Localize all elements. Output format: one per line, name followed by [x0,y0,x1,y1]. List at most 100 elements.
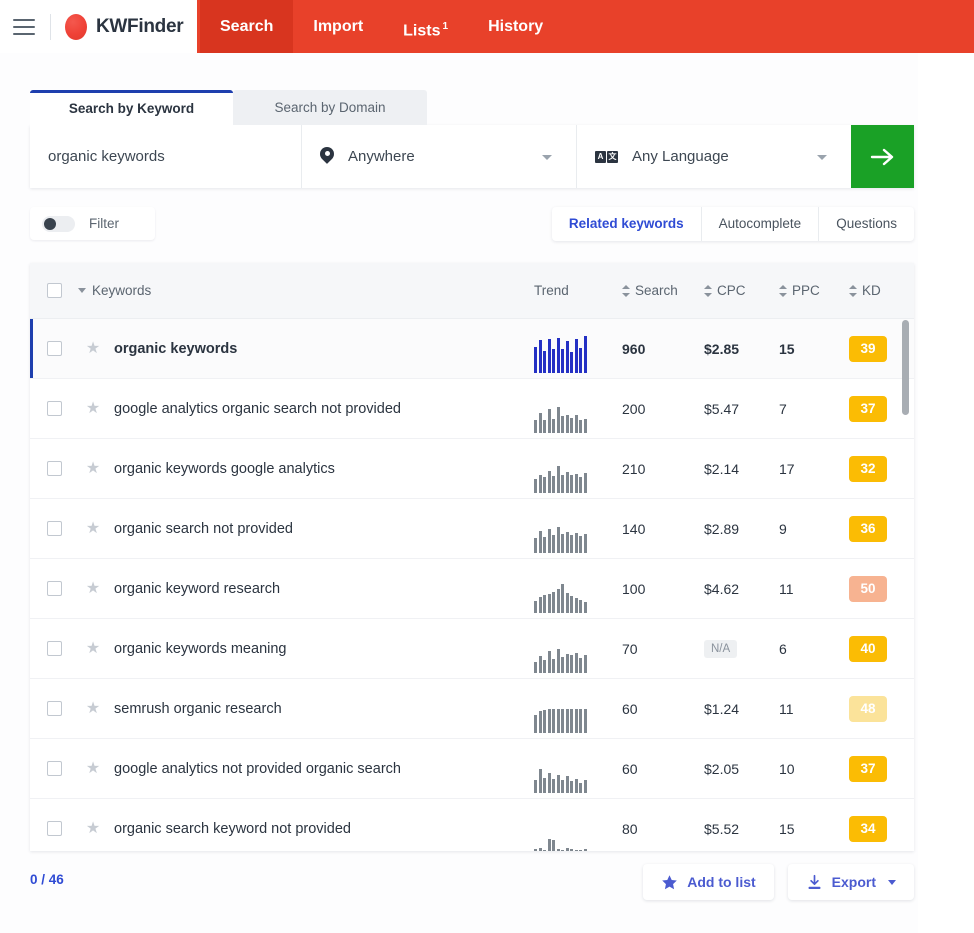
row-keyword[interactable]: google analytics not provided organic se… [108,761,534,777]
nav-item-lists[interactable]: Lists 1 [383,0,468,53]
column-header-keywords[interactable]: Keywords [78,283,534,298]
column-header-cpc[interactable]: CPC [704,283,779,298]
filter-switch[interactable] [42,215,75,232]
sparkline-bar [556,337,560,373]
nav-divider [50,13,51,40]
row-keyword[interactable]: organic search keyword not provided [108,821,534,837]
sparkline-bar [543,709,546,733]
sparkline-bar [565,592,569,613]
row-checkbox[interactable] [46,581,62,596]
chevron-down-icon [817,154,827,160]
table-row[interactable]: ★ organic search keyword not provided 80 $5… [30,799,914,851]
sparkline-bar [570,708,573,733]
hamburger-icon[interactable] [13,18,35,35]
sparkline-bar [547,408,551,433]
location-select[interactable]: Anywhere [302,125,577,188]
sparkline-bar [556,774,560,793]
table-row[interactable]: ★ organic keywords 960 $2.85 15 39 [30,319,914,379]
row-checkbox[interactable] [46,761,62,776]
keywords-table: Keywords Trend Search CPC PPC KD ★ organ… [30,263,914,851]
sparkline-bar [556,708,560,733]
row-cpc: $5.52 [704,820,740,837]
row-checkbox[interactable] [46,701,62,716]
row-keyword[interactable]: google analytics organic search not prov… [108,401,534,417]
row-favorite-cell: ★ [78,640,108,657]
tab-search-by-domain[interactable]: Search by Domain [233,90,427,125]
filter-toggle[interactable]: Filter [30,207,155,240]
row-favorite-cell: ★ [78,340,108,357]
star-icon[interactable]: ★ [86,340,100,357]
sparkline-bar [565,775,569,793]
star-icon[interactable]: ★ [86,580,100,597]
add-to-list-button[interactable]: Add to list [643,864,774,900]
star-icon[interactable]: ★ [86,820,100,837]
star-icon[interactable]: ★ [86,760,100,777]
row-cpc: $1.24 [704,700,740,717]
sparkline-bar [534,848,537,851]
row-keyword[interactable]: organic search not provided [108,521,534,537]
column-header-search[interactable]: Search [622,283,704,298]
sparkline-bar [552,658,555,673]
table-scrollbar-thumb[interactable] [902,320,909,415]
row-kd-cell: 50 [849,575,914,602]
segment-questions[interactable]: Questions [819,207,914,241]
row-kd-badge: 37 [849,755,887,782]
table-row[interactable]: ★ google analytics organic search not pro… [30,379,914,439]
row-checkbox[interactable] [46,341,62,356]
sparkline-bar [556,465,560,493]
row-keyword[interactable]: organic keywords google analytics [108,461,534,477]
tab-search-by-keyword-label: Search by Keyword [68,101,195,116]
row-select-cell [30,701,78,716]
row-keyword[interactable]: organic keywords [108,341,534,357]
star-icon[interactable]: ★ [86,400,100,417]
sparkline-bar [570,848,573,851]
sparkline-bar [556,648,560,673]
star-icon[interactable]: ★ [86,460,100,477]
row-ppc: 17 [779,460,795,477]
row-keyword[interactable]: organic keyword research [108,581,534,597]
table-row[interactable]: ★ organic search not provided 140 $2.89 9 36 [30,499,914,559]
star-icon[interactable]: ★ [86,640,100,657]
sparkline-bar [552,708,555,733]
chevron-down-icon [542,154,552,160]
sparkline-bar [543,659,546,673]
table-row[interactable]: ★ semrush organic research 60 $1.24 11 48 [30,679,914,739]
row-checkbox[interactable] [46,401,62,416]
sort-desc-icon [78,288,86,293]
star-icon[interactable]: ★ [86,520,100,537]
row-checkbox[interactable] [46,821,62,836]
row-search-volume: 960 [622,340,646,357]
row-keyword[interactable]: semrush organic research [108,701,534,717]
table-header-row: Keywords Trend Search CPC PPC KD [30,263,914,319]
export-button[interactable]: Export [787,864,914,900]
sparkline-bar [579,419,582,433]
nav-item-import[interactable]: Import [293,0,383,53]
submit-search-button[interactable] [851,125,914,188]
column-header-ppc[interactable]: PPC [779,283,849,298]
segment-related-keywords[interactable]: Related keywords [552,207,702,241]
segment-autocomplete[interactable]: Autocomplete [702,207,820,241]
table-row[interactable]: ★ organic keyword research 100 $4.62 11 50 [30,559,914,619]
table-row[interactable]: ★ google analytics not provided organic s… [30,739,914,799]
language-select[interactable]: A文 Any Language [577,125,851,188]
star-icon[interactable]: ★ [86,700,100,717]
page-right-gutter [918,0,974,933]
sparkline-bar [574,778,578,793]
column-header-kd[interactable]: KD [849,283,914,298]
select-all-checkbox[interactable] [46,283,62,298]
row-search-volume: 200 [622,400,646,417]
nav-item-history[interactable]: History [468,0,563,53]
row-keyword[interactable]: organic keywords meaning [108,641,534,657]
nav-item-search[interactable]: Search [200,0,294,53]
row-trend-sparkline [534,679,622,739]
keyword-input[interactable]: organic keywords [30,125,302,188]
table-row[interactable]: ★ organic keywords google analytics 210 $2.… [30,439,914,499]
selection-counter: 0 / 46 [30,872,64,887]
table-row[interactable]: ★ organic keywords meaning 70 N/A 6 40 [30,619,914,679]
row-kd-badge: 40 [849,635,887,662]
row-checkbox[interactable] [46,461,62,476]
row-checkbox[interactable] [46,641,62,656]
sparkline-bar [565,414,569,433]
tab-search-by-keyword[interactable]: Search by Keyword [30,90,233,125]
row-checkbox[interactable] [46,521,62,536]
